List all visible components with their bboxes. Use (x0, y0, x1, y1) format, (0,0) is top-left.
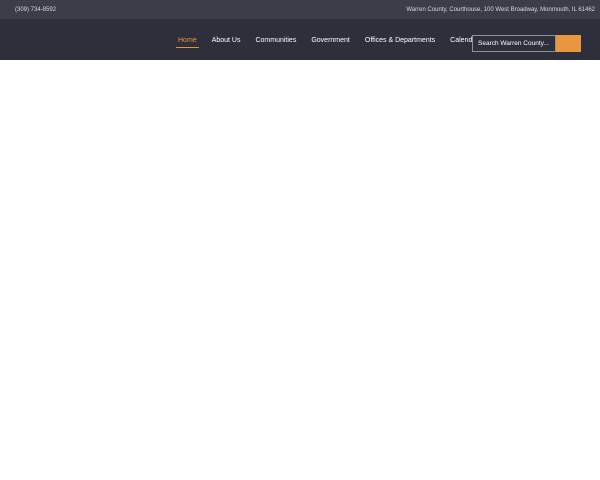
search-button[interactable] (556, 35, 581, 52)
search-form (472, 35, 581, 52)
nav-item-communities[interactable]: Communities (253, 31, 298, 48)
top-info-bar: (309) 734-8592 Warren County, Courthouse… (0, 0, 600, 19)
phone-number: (309) 734-8592 (15, 6, 57, 13)
nav-menu: Home About Us Communities Government Off… (176, 19, 492, 60)
nav-item-home[interactable]: Home (176, 31, 199, 48)
main-content-area (0, 60, 600, 480)
nav-item-about-us[interactable]: About Us (210, 31, 243, 48)
nav-item-government[interactable]: Government (309, 31, 352, 48)
search-input[interactable] (472, 35, 556, 52)
nav-item-offices-departments[interactable]: Offices & Departments (363, 31, 437, 48)
courthouse-address: Warren County, Courthouse, 100 West Broa… (406, 6, 595, 13)
